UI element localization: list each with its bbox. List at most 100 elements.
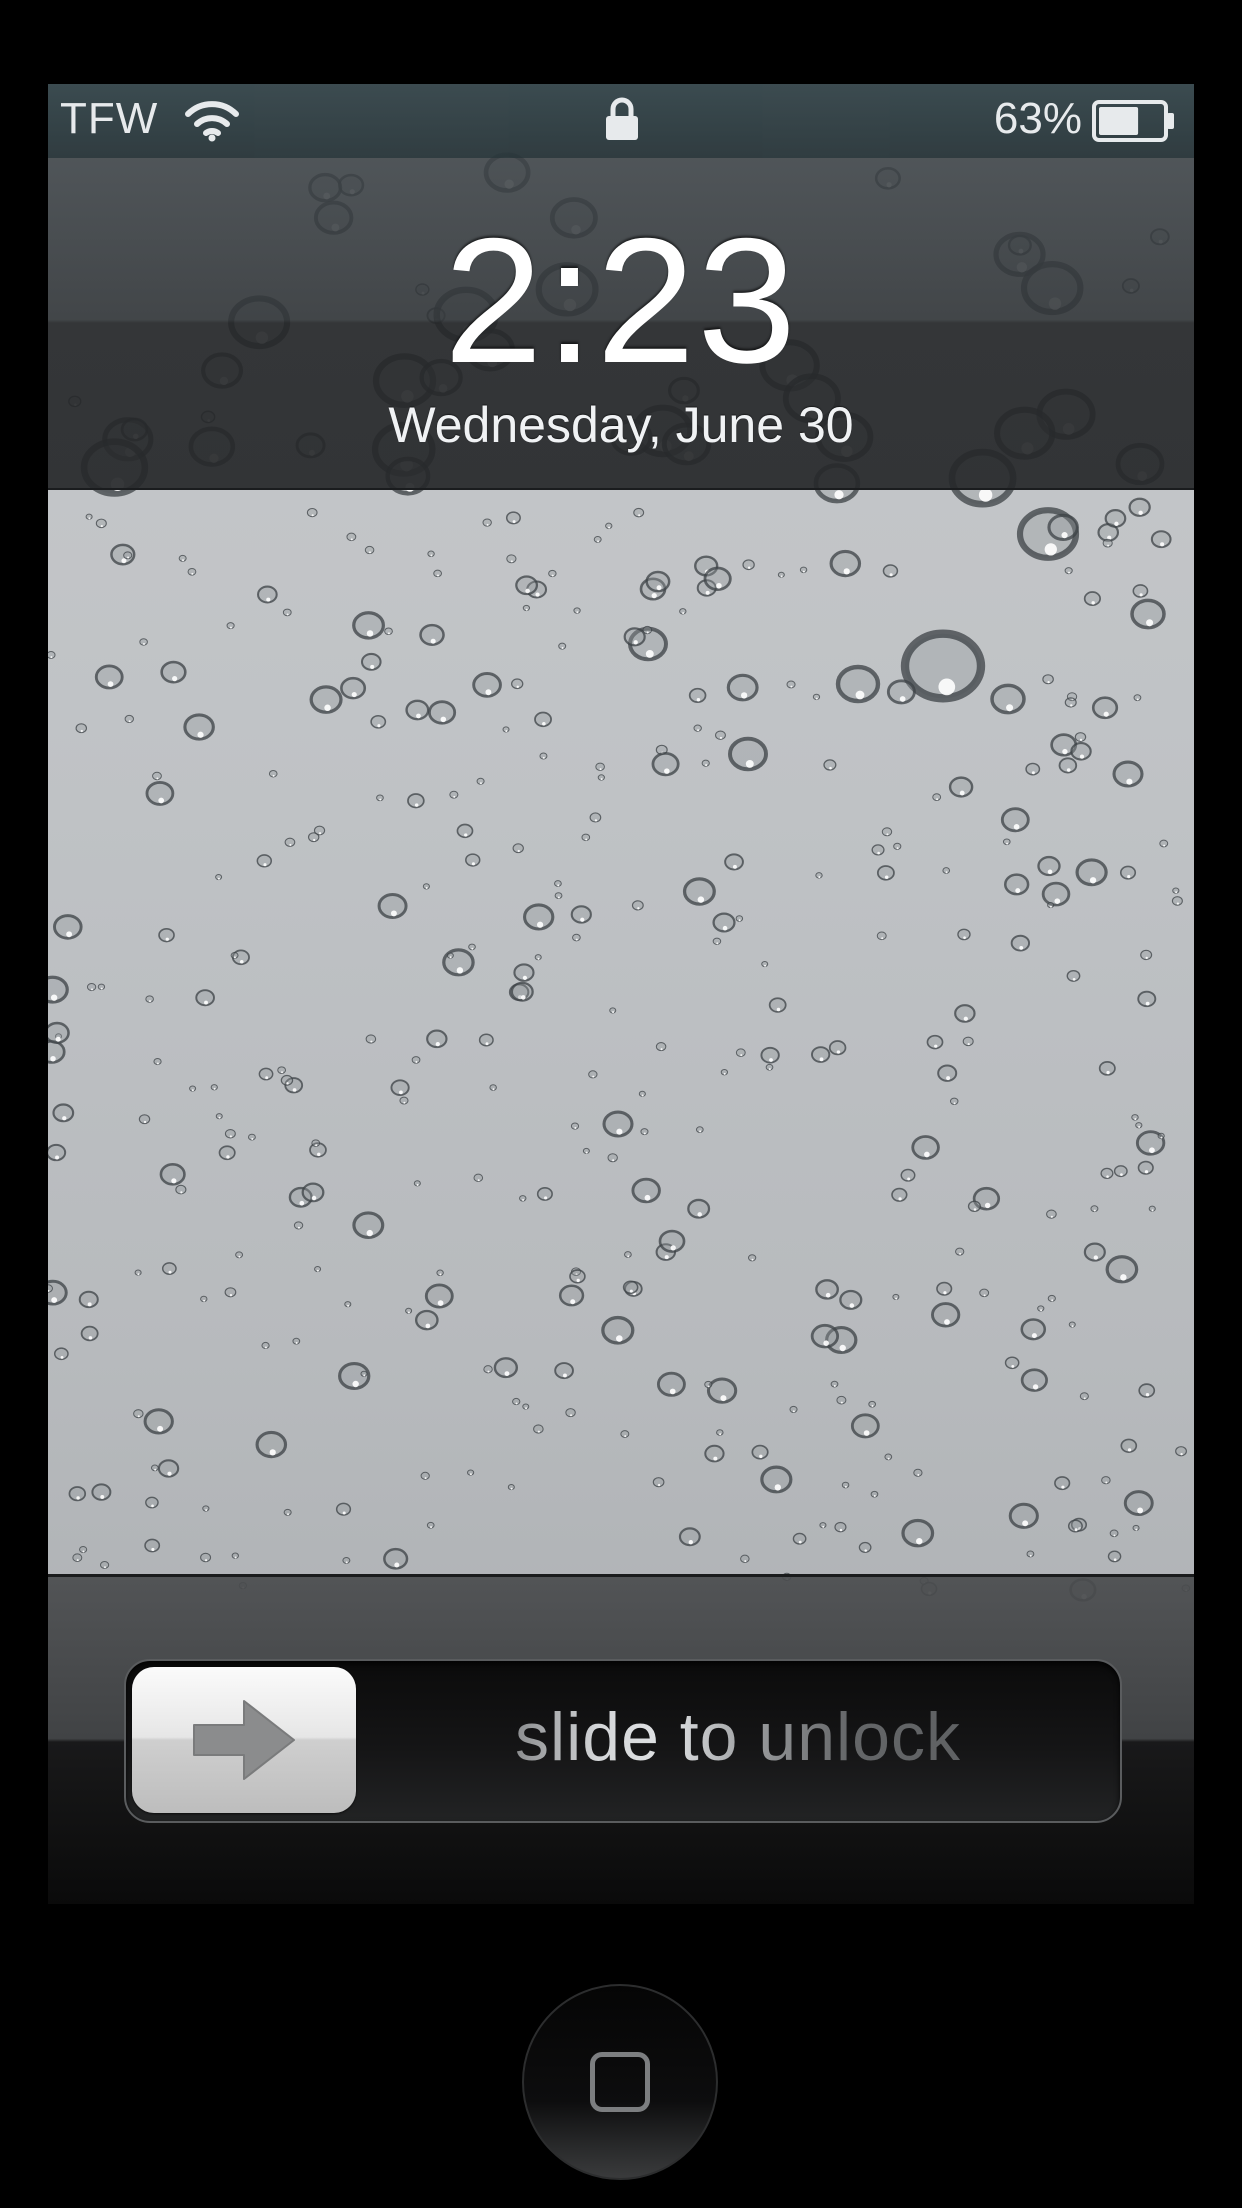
water-drop [352,611,385,640]
water-drop [1137,1160,1154,1175]
water-drop [949,1097,959,1105]
water-drop [468,943,476,951]
water-drop [314,1266,322,1273]
water-drop [623,627,646,647]
water-drop [573,607,581,614]
water-drop [79,1545,88,1554]
water-drop [682,877,716,906]
water-drop [712,937,722,945]
water-drop [280,1074,294,1086]
water-drop [582,1147,590,1155]
water-drop [519,1195,527,1202]
water-drop [724,853,744,871]
water-drop [1130,598,1166,630]
water-drop [311,1139,321,1147]
water-drop [515,575,539,596]
water-drop [911,1135,940,1160]
arrow-right-icon [193,1700,295,1780]
water-drop [720,1068,729,1076]
water-drop [1068,1321,1076,1328]
water-drop [1020,1318,1047,1341]
water-drop [1037,855,1061,877]
water-drop [1003,873,1030,896]
water-drop [1067,1519,1083,1533]
water-drop [522,1403,530,1410]
water-drop [1058,757,1078,774]
water-drop [145,1496,159,1509]
water-drop [1075,858,1108,887]
water-drop [990,683,1026,715]
water-drop [301,1182,325,1203]
water-drop [712,912,736,933]
water-drop [536,1187,553,1201]
water-drop [789,1405,798,1413]
clock-bar: 2:23 Wednesday, June 30 [48,158,1194,490]
water-drop [645,570,671,593]
water-drop [384,627,393,636]
water-drop [932,793,942,801]
water-drop [558,1284,585,1307]
water-drop [48,1143,67,1162]
water-drop [195,989,215,1007]
water-drop [799,566,808,574]
water-drop [693,724,702,732]
water-drop [399,1096,409,1105]
water-drop [433,569,442,578]
water-drop [510,981,534,1002]
water-drop [651,752,680,777]
water-drop [679,608,687,615]
status-bar: TFW 63% [48,84,1194,158]
water-drop [548,569,557,578]
water-drop [760,1046,780,1064]
battery-percentage: 63% [993,94,1082,143]
water-drop [979,1288,990,1298]
water-drop [937,1064,958,1082]
water-drop [1105,1255,1139,1284]
water-drop [465,853,481,867]
water-drop [472,672,502,698]
water-drop [1064,697,1077,708]
water-drop [346,532,357,542]
water-drop [1157,1132,1165,1140]
water-drop [145,995,154,1003]
water-drop [815,872,823,879]
water-drop [1047,513,1079,541]
water-drop [422,883,430,890]
water-drop [419,623,445,646]
home-button[interactable] [522,1984,718,2180]
water-drop [522,604,531,612]
water-drop [1120,1438,1138,1453]
water-drop [157,1459,180,1478]
water-drop [1047,1294,1056,1302]
slide-to-unlock-track[interactable]: slide to unlock [124,1659,1122,1823]
water-drop [1046,1209,1057,1219]
water-drop [467,1469,475,1476]
water-drop [1100,1167,1114,1180]
water-drop [284,837,296,847]
water-drop [161,1262,177,1275]
water-drop [893,842,902,850]
water-drop [344,1301,352,1308]
water-drop [792,1532,807,1545]
water-drop [570,905,592,924]
water-drop [658,1229,686,1253]
water-drop [342,1556,351,1564]
water-drop [85,513,93,520]
water-drop [1123,1490,1154,1517]
water-drop [1132,1524,1140,1532]
water-drop [1112,760,1144,788]
water-drop [955,1247,965,1256]
water-drop [581,833,591,842]
water-drop [224,1287,237,1298]
home-square-icon [590,2052,650,2112]
water-drop [678,1527,701,1547]
water-drop [595,762,605,771]
water-drop [489,1084,497,1091]
water-drop [593,535,602,543]
water-drop [810,1323,840,1349]
water-drop [483,1365,493,1374]
water-drop [482,518,492,527]
water-drop [607,1153,618,1163]
water-drop [407,793,425,809]
unlock-slider-knob[interactable] [132,1667,356,1813]
